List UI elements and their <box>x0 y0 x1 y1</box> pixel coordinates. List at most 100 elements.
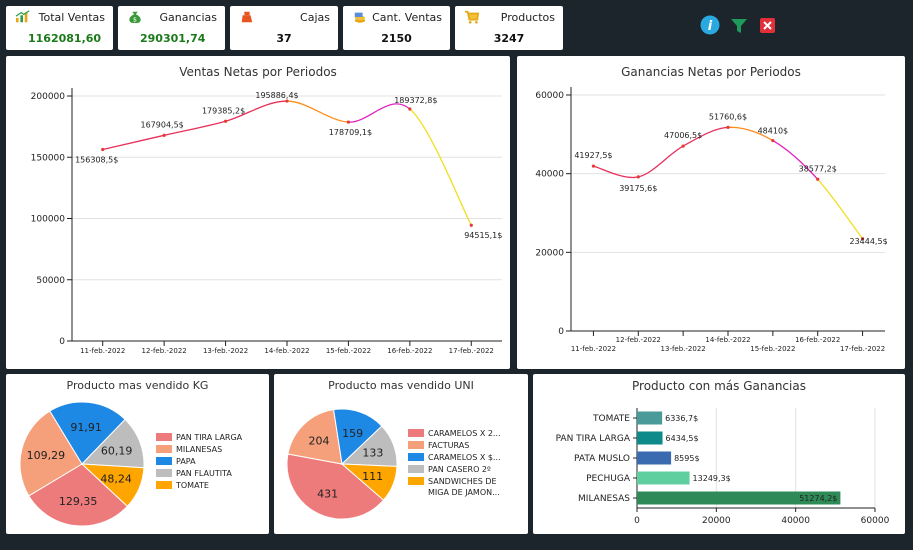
data-label: 41927,5$ <box>574 151 612 160</box>
kpi-card: Total Ventas 1162081,60 <box>6 6 113 50</box>
series-line-segment <box>102 134 165 151</box>
y-tick-label: 60000 <box>535 91 564 101</box>
series-line-segment <box>409 108 472 226</box>
slice-label: 129,35 <box>59 495 98 508</box>
y-tick-label: 100000 <box>31 215 66 225</box>
legend-swatch <box>156 457 172 465</box>
cart-icon <box>465 10 480 24</box>
info-icon: i <box>700 15 720 35</box>
data-label: 156308,5$ <box>75 156 118 165</box>
y-tick-label: 0 <box>558 327 564 337</box>
legend-swatch <box>408 453 424 461</box>
category-label: TOMATE <box>592 414 630 424</box>
data-label: 39175,6$ <box>619 184 657 193</box>
x-tick-label: 14-feb.-2022 <box>705 336 750 344</box>
data-label: 178709,1$ <box>329 128 372 137</box>
data-point <box>408 107 412 111</box>
data-point <box>771 138 775 143</box>
x-tick-label: 14-feb.-2022 <box>264 347 309 355</box>
y-tick-label: 0 <box>59 337 65 347</box>
legend-swatch <box>408 429 424 437</box>
coins-icon <box>354 12 366 23</box>
data-point <box>469 223 473 227</box>
x-tick-label: 11-feb.-2022 <box>571 345 616 353</box>
x-tick-label: 13-feb.-2022 <box>203 347 248 355</box>
bar <box>637 471 690 485</box>
pie-kg-panel: Producto mas vendido KG 129,35 109,29 91,9… <box>6 374 269 534</box>
kpi-label: Ganancias <box>159 11 217 24</box>
legend-label: CARAMELOS X 2... <box>428 429 501 438</box>
kpi-value: 290301,74 <box>140 32 206 45</box>
data-point <box>726 125 730 130</box>
slice-label: 109,29 <box>27 449 66 462</box>
data-label: 189372,8$ <box>394 96 437 105</box>
series-line-segment <box>286 100 349 123</box>
legend-swatch <box>156 481 172 489</box>
value-label: 13249,3$ <box>693 474 731 483</box>
data-label: 23444,5$ <box>849 237 887 246</box>
profit-line-chart: 0 20000 40000 60000 11-feb.-202212-feb.-2022… <box>535 87 888 353</box>
series-line-segment <box>593 165 639 179</box>
x-tick-label: 17-feb.-2022 <box>449 347 494 355</box>
kpi-label: Productos <box>500 11 555 24</box>
x-tick-label: 16-feb.-2022 <box>795 336 840 344</box>
info-button[interactable]: i <box>700 15 720 35</box>
data-label: 51760,6$ <box>709 112 747 121</box>
data-point <box>816 177 820 181</box>
close-button[interactable] <box>760 18 775 33</box>
series-line-segment <box>348 103 411 123</box>
slice-label: 159 <box>342 427 363 440</box>
data-label: 94515,1$ <box>464 231 502 240</box>
legend-label: TOMATE <box>175 481 209 490</box>
x-tick-label: 15-feb.-2022 <box>750 345 795 353</box>
legend-label: FACTURAS <box>428 441 469 450</box>
data-label: 47006,5$ <box>664 131 702 140</box>
legend-label: PAPA <box>176 457 196 466</box>
x-tick-label: 60000 <box>861 516 890 526</box>
kpi-label: Total Ventas <box>38 11 105 24</box>
close-icon <box>760 18 775 33</box>
kpi-label: Cant. Ventas <box>372 11 442 24</box>
sales-line-chart: 0 50000 100000 150000 200000 11-feb.-2022 12-f… <box>31 88 502 355</box>
x-tick-label: 20000 <box>702 516 731 526</box>
y-tick-label: 50000 <box>36 276 65 286</box>
legend-swatch <box>156 469 172 477</box>
y-tick-label: 200000 <box>31 92 66 102</box>
legend-swatch <box>408 441 424 449</box>
legend-swatch <box>156 433 172 441</box>
x-tick-label: 11-feb.-2022 <box>80 347 125 355</box>
slice-label: 204 <box>309 434 330 447</box>
sales-chart-panel: Ventas Netas por Periodos 0 50000 100000 15… <box>6 56 510 369</box>
x-tick-label: 15-feb.-2022 <box>326 347 371 355</box>
data-point <box>162 133 166 137</box>
kpi-card: $ Ganancias 290301,74 <box>118 6 225 50</box>
category-label: PAN TIRA LARGA <box>556 434 631 444</box>
value-label: 6336,7$ <box>665 414 698 423</box>
data-point <box>346 120 351 124</box>
bar <box>637 411 663 425</box>
data-point <box>223 119 228 123</box>
category-label: PATA MUSLO <box>574 454 630 464</box>
y-tick-label: 40000 <box>535 170 564 180</box>
series-line-segment <box>638 145 684 178</box>
money-bag-icon: $ <box>129 11 141 23</box>
slice-label: 48,24 <box>100 473 132 486</box>
value-label: 6434,5$ <box>666 434 699 443</box>
data-point <box>681 144 685 148</box>
bar <box>637 431 663 445</box>
value-label: 51274,2$ <box>799 494 837 503</box>
legend-label: CARAMELOS X $... <box>428 453 501 462</box>
legend-label: MIGA DE JAMON... <box>428 488 500 497</box>
x-tick-label: 16-feb.-2022 <box>387 347 432 355</box>
top-profit-bar-chart: 0 20000 40000 60000 TOMATE 6336,7$ PAN TIRA LA… <box>556 408 890 526</box>
kpi-label: Cajas <box>300 11 330 24</box>
legend-swatch <box>156 445 172 453</box>
top-profit-panel: Producto con más Ganancias 0 20000 40000 60… <box>533 374 905 534</box>
x-tick-label: 0 <box>634 516 640 526</box>
x-tick-label: 40000 <box>781 516 810 526</box>
data-point <box>636 175 640 179</box>
kpi-card: Cajas 37 <box>230 6 338 50</box>
filter-button[interactable] <box>730 17 748 35</box>
filter-icon <box>731 19 747 33</box>
legend-swatch <box>408 477 424 485</box>
